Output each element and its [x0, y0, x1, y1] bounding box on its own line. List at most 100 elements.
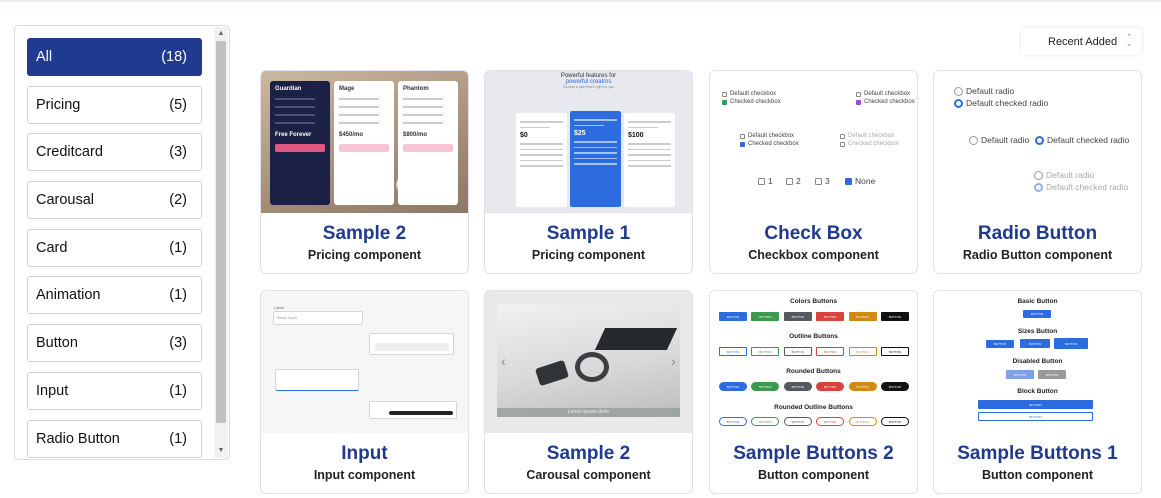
plan-price: Free Forever	[275, 132, 312, 138]
card-thumbnail: Default checkbox Checked checkbox Defaul…	[710, 71, 917, 213]
button-section-title: Outline Buttons	[789, 333, 838, 340]
sample-button: BUTTON	[1020, 339, 1050, 348]
category-pricing[interactable]: Pricing (5)	[27, 85, 202, 124]
category-label: All	[36, 49, 53, 65]
plan-price: $800/mo	[403, 132, 428, 138]
checkbox-label: Default checkbox	[848, 133, 895, 139]
card-title: Sample 1	[546, 223, 631, 244]
sample-button: BUTTON	[783, 347, 812, 356]
preview-heading: Powerful features for powerful creators …	[485, 73, 692, 89]
sample-button: BUTTON	[751, 312, 780, 321]
scroll-up-arrow-icon[interactable]: ▲	[214, 29, 228, 39]
component-card[interactable]: Colors Buttons BUTTON BUTTON BUTTON BUTTON B…	[709, 290, 918, 494]
input-preview-label: Label	[274, 305, 284, 310]
component-card[interactable]: ‹ › Lorem ipsum dolor Sample 2 Carousal …	[484, 290, 693, 494]
scroll-down-arrow-icon[interactable]: ▼	[214, 446, 228, 456]
sort-label: Recent Added	[1048, 35, 1118, 48]
category-all[interactable]: All (18)	[27, 38, 202, 76]
pricing-plan-card: $100	[624, 113, 675, 207]
card-title: Sample 2	[546, 443, 631, 464]
component-card[interactable]: Basic Button BUTTON Sizes Button BUTTON …	[933, 290, 1142, 494]
plan-price: $450/mo	[339, 132, 364, 138]
radio-preview: Default checked radio	[1035, 135, 1129, 145]
input-preview-field	[369, 401, 457, 419]
button-row: BUTTON BUTTON BUTTON BUTTON BUTTON BUTTON	[719, 417, 909, 426]
sample-button: BUTTON	[880, 382, 909, 391]
sample-button: BUTTON	[719, 312, 747, 321]
category-button[interactable]: Button (3)	[27, 324, 202, 363]
radio-preview: Default radio	[969, 135, 1029, 145]
component-card[interactable]: Default checkbox Checked checkbox Defaul…	[709, 70, 918, 274]
plan-choose-button	[403, 144, 453, 152]
category-creditcard[interactable]: Creditcard (3)	[27, 133, 202, 172]
radio-preview: Default radio	[1034, 170, 1094, 180]
card-subtitle: Carousal component	[526, 468, 651, 482]
phone-shape	[534, 359, 570, 387]
carousel-image	[497, 304, 680, 417]
card-subtitle: Pricing component	[531, 248, 646, 262]
radio-label: Default checked radio	[1046, 182, 1129, 192]
book-shape	[594, 328, 678, 350]
plan-price: $0	[520, 132, 528, 139]
checkbox-label: None	[855, 176, 876, 186]
button-section-title: Colors Buttons	[790, 298, 837, 305]
card-thumbnail: Colors Buttons BUTTON BUTTON BUTTON BUTTON B…	[710, 291, 917, 433]
checkbox-label: 1	[768, 176, 773, 186]
radio-preview: Default checked radio	[954, 98, 1048, 108]
sample-button: BUTTON	[848, 347, 877, 356]
card-title: Radio Button	[977, 223, 1098, 244]
category-count: (3)	[169, 335, 187, 352]
category-carousal[interactable]: Carousal (2)	[27, 181, 202, 220]
checkbox-preview: 1	[758, 176, 773, 186]
category-label: Radio Button	[36, 430, 120, 447]
pricing-plan-card: Guardian Free Forever	[270, 81, 330, 205]
card-title: Input	[341, 443, 388, 464]
radio-label: Default radio	[981, 135, 1030, 145]
sample-button: BUTTON	[1006, 370, 1034, 379]
category-list: All (18) Pricing (5) Creditcard (3) Caro…	[27, 38, 202, 459]
plan-price: $25	[574, 130, 586, 137]
checkbox-preview: Checked checkbox	[740, 141, 799, 147]
top-divider	[0, 0, 1161, 2]
checkbox-preview: Default checkbox	[740, 133, 794, 139]
checkbox-preview: 2	[786, 176, 801, 186]
category-card[interactable]: Card (1)	[27, 228, 202, 267]
button-section-title: Sizes Button	[1017, 328, 1058, 335]
card-thumbnail: Basic Button BUTTON Sizes Button BUTTON …	[934, 291, 1141, 433]
category-label: Card	[36, 239, 68, 256]
category-input[interactable]: Input (1)	[27, 371, 202, 410]
pricing-plan-card: Phantom $800/mo	[398, 81, 458, 205]
category-count: (5)	[169, 96, 187, 113]
button-section-title: Basic Button	[1017, 298, 1058, 305]
sample-button: BUTTON	[751, 347, 780, 356]
checkbox-label: 3	[825, 176, 830, 186]
component-card[interactable]: Powerful features for powerful creators …	[484, 70, 693, 274]
scrollbar-thumb[interactable]	[216, 41, 226, 423]
component-card[interactable]: Default radio Default checked radio Defa…	[933, 70, 1142, 274]
sample-button: BUTTON	[978, 412, 1093, 421]
button-section-title: Block Button	[1017, 388, 1058, 395]
category-count: (1)	[169, 430, 187, 447]
checkbox-label: Default checkbox	[864, 91, 911, 97]
sidebar-scrollbar[interactable]: ▲ ▼	[214, 27, 228, 458]
category-label: Pricing	[36, 96, 81, 113]
category-animation[interactable]: Animation (1)	[27, 276, 202, 315]
carousel-caption: Lorem ipsum dolor	[497, 408, 680, 417]
card-subtitle: Pricing component	[307, 248, 422, 262]
plan-name: Guardian	[275, 86, 302, 92]
sample-button: BUTTON	[751, 417, 780, 426]
sample-button: BUTTON	[719, 417, 747, 426]
card-thumbnail: Default radio Default checked radio Defa…	[934, 71, 1141, 213]
plan-price: $100	[628, 132, 644, 139]
checkbox-label: Default checkbox	[730, 91, 777, 97]
sample-button: BUTTON	[880, 347, 909, 356]
input-preview-field	[375, 343, 449, 351]
checkbox-label: Checked checkbox	[864, 99, 915, 105]
component-card[interactable]: Guardian Free Forever Mage $450/mo Phant…	[260, 70, 469, 274]
component-card[interactable]: Label Basic Input Label Label Input Inpu…	[260, 290, 469, 494]
category-radio-button[interactable]: Radio Button (1)	[27, 419, 202, 458]
sample-button: BUTTON	[783, 417, 812, 426]
sample-button: BUTTON	[783, 312, 812, 321]
sort-select[interactable]: Recent Added ⌃ ⌄	[1021, 28, 1142, 55]
checkbox-preview: Default checkbox	[840, 133, 894, 139]
